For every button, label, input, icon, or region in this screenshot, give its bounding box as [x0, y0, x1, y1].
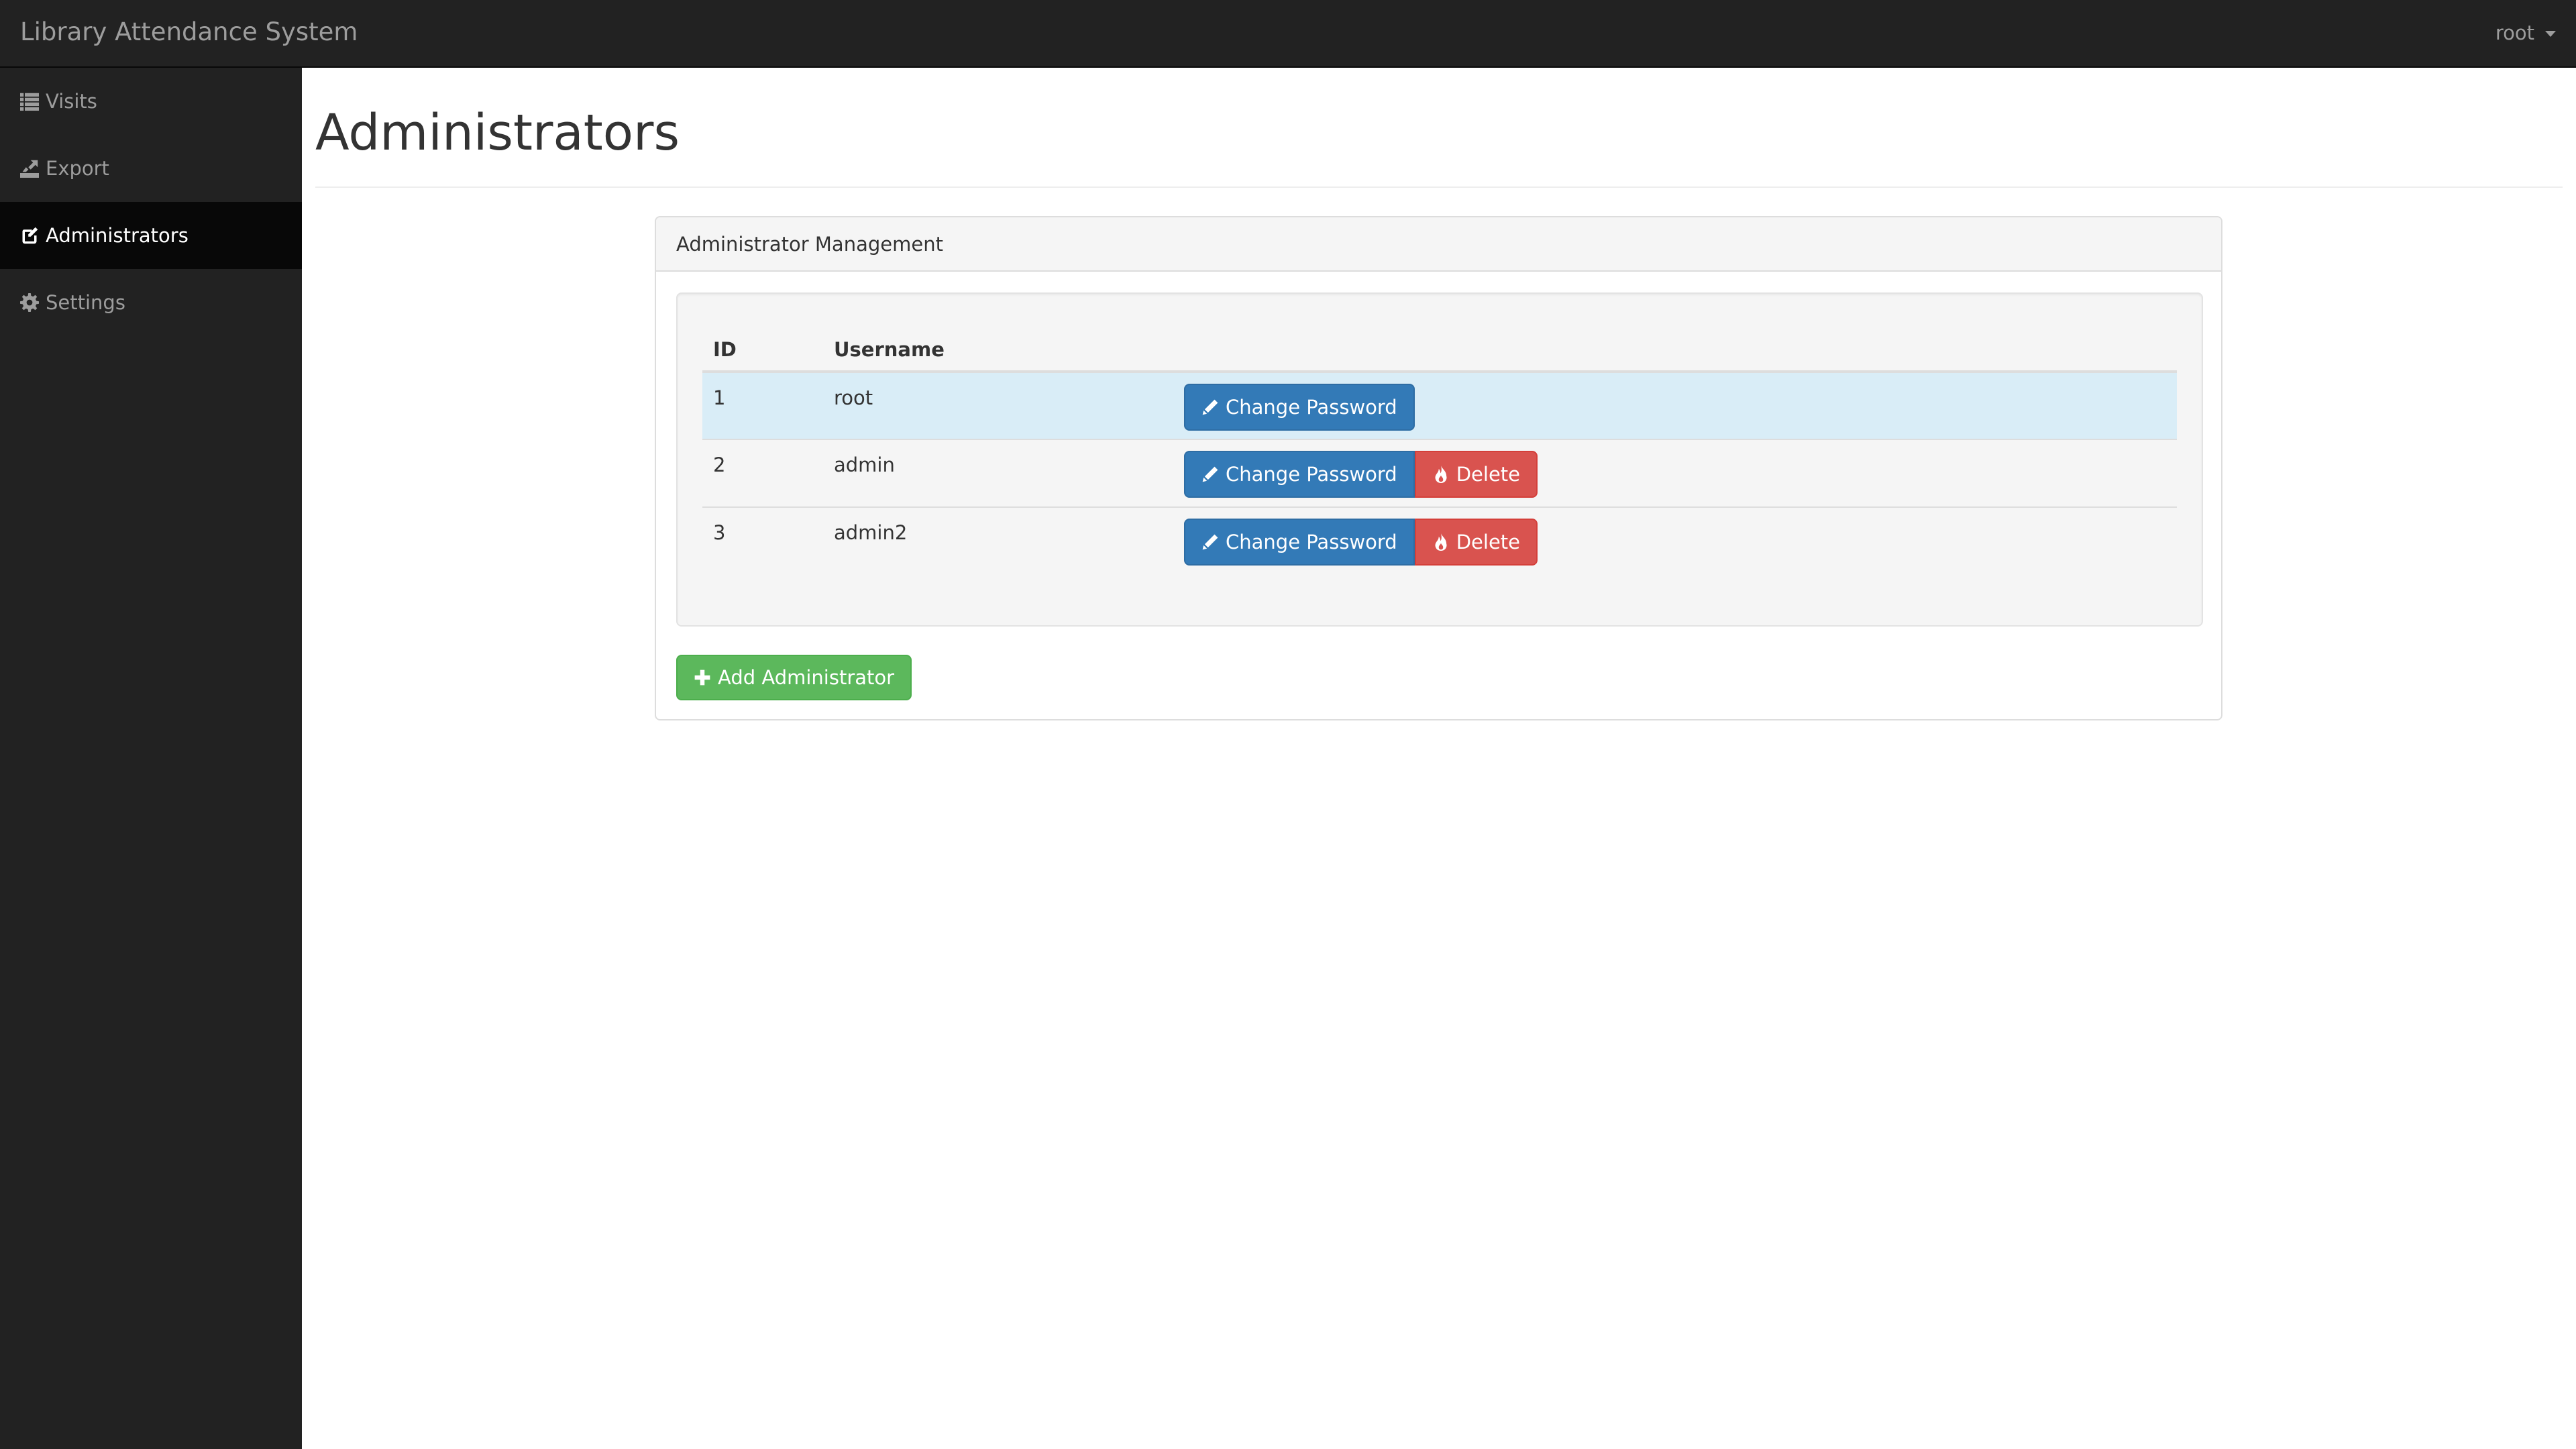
cell-actions: Change Password Delete — [1173, 439, 2177, 508]
main-content: Administrators Administrator Management … — [302, 68, 2576, 1449]
pencil-icon — [1202, 466, 1218, 482]
row-actions: Change Password Delete — [1184, 451, 1538, 498]
admin-table: ID Username 1 root Change Password 2 adm… — [702, 321, 2177, 575]
page-header: Administrators — [315, 68, 2563, 188]
cell-actions: Change Password — [1173, 372, 2177, 440]
sidebar-item-administrators[interactable]: Administrators — [0, 202, 302, 269]
panel-heading: Administrator Management — [656, 217, 2221, 272]
button-label: Change Password — [1226, 463, 1397, 486]
table-row: 3 admin2 Change Password Delete — [702, 507, 2177, 575]
sidebar-item-settings[interactable]: Settings — [0, 269, 302, 336]
button-label: Change Password — [1226, 531, 1397, 553]
button-label: Add Administrator — [718, 666, 895, 689]
sidebar-item-label: Administrators — [46, 224, 189, 247]
sidebar-item-label: Settings — [46, 291, 125, 314]
cell-username: admin — [823, 439, 1173, 508]
cell-actions: Change Password Delete — [1173, 507, 2177, 575]
row-actions: Change Password — [1184, 384, 1415, 431]
change-password-button[interactable]: Change Password — [1184, 451, 1415, 498]
pencil-icon — [1202, 399, 1218, 415]
brand-link[interactable]: Library Attendance System — [20, 16, 358, 48]
column-header-id: ID — [702, 321, 823, 373]
table-row: 1 root Change Password — [702, 372, 2177, 440]
pencil-icon — [1202, 534, 1218, 550]
row-actions: Change Password Delete — [1184, 519, 1538, 566]
edit-icon — [20, 226, 39, 245]
delete-button[interactable]: Delete — [1414, 451, 1538, 498]
sidebar-item-label: Visits — [46, 90, 97, 113]
sidebar-item-label: Export — [46, 157, 109, 180]
sidebar-item-visits[interactable]: Visits — [0, 68, 302, 135]
cell-username: admin2 — [834, 521, 908, 544]
admin-management-panel: Administrator Management ID Username 1 r… — [655, 216, 2222, 720]
cell-username: root — [823, 372, 1173, 440]
table-header-row: ID Username — [702, 321, 2177, 373]
cell-id: 1 — [702, 372, 823, 440]
change-password-button[interactable]: Change Password — [1184, 384, 1415, 431]
plus-icon — [694, 669, 710, 686]
sidebar: Visits Export Administrators Settings — [0, 68, 302, 1449]
caret-down-icon — [2545, 30, 2556, 37]
fire-icon — [1435, 466, 1447, 483]
cog-icon — [20, 293, 39, 312]
cell-id: 2 — [702, 439, 823, 508]
user-dropdown[interactable]: root — [2496, 19, 2556, 46]
change-password-button[interactable]: Change Password — [1184, 519, 1415, 566]
button-label: Delete — [1456, 531, 1521, 553]
list-icon — [20, 92, 39, 111]
column-header-username: Username — [823, 321, 1173, 373]
delete-button[interactable]: Delete — [1414, 519, 1538, 566]
export-icon — [20, 159, 39, 178]
cell-id: 3 — [713, 521, 726, 544]
fire-icon — [1435, 533, 1447, 551]
page-title: Administrators — [315, 104, 680, 162]
table-row: 2 admin Change Password Delete — [702, 439, 2177, 508]
sidebar-item-export[interactable]: Export — [0, 135, 302, 202]
admin-table-well: ID Username 1 root Change Password 2 adm… — [676, 292, 2203, 627]
button-label: Change Password — [1226, 396, 1397, 419]
add-administrator-button[interactable]: Add Administrator — [676, 655, 912, 700]
button-label: Delete — [1456, 463, 1521, 486]
column-header-actions — [1173, 321, 2177, 373]
top-navbar: Library Attendance System root — [0, 0, 2576, 68]
user-name: root — [2495, 21, 2534, 44]
